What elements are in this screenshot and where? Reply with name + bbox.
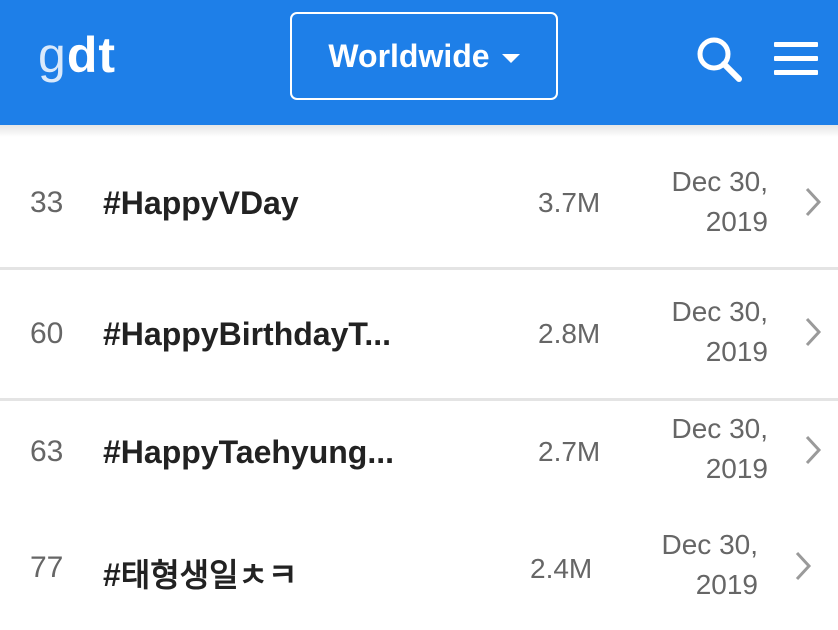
trend-date-line1: Dec 30, (671, 413, 769, 444)
trend-hashtag: #HappyVDay (103, 185, 299, 221)
top-app-bar: gdt Worldwide (0, 0, 838, 125)
logo-light-text: g (38, 27, 67, 83)
header-shadow (0, 125, 838, 137)
trend-volume: 2.4M (530, 553, 593, 584)
chevron-right-icon (805, 435, 822, 465)
trend-date-line2: 2019 (705, 206, 768, 237)
trend-date-line2: 2019 (705, 453, 768, 484)
trend-date-line1: Dec 30, (661, 529, 759, 560)
search-button[interactable] (694, 34, 746, 86)
trend-date: Dec 30, 2019 (640, 292, 769, 372)
hamburger-menu-icon (774, 42, 818, 75)
search-icon (697, 37, 742, 82)
trend-rank: 63 (30, 435, 64, 468)
trend-row[interactable]: 63 #HappyTaehyung... 2.7M Dec 30, 2019 (0, 401, 838, 515)
trend-rank: 77 (30, 551, 64, 584)
region-label: Worldwide (328, 37, 490, 74)
trend-hashtag: #태형생일ㅊㅋ (103, 557, 298, 593)
trend-hashtag: #HappyTaehyung... (103, 434, 395, 470)
trend-rank: 33 (30, 186, 64, 219)
region-selector-button[interactable]: Worldwide (290, 12, 558, 100)
trend-date-line2: 2019 (705, 336, 768, 367)
trend-date-line1: Dec 30, (671, 296, 769, 327)
trend-row[interactable]: 60 #HappyBirthdayT... 2.8M Dec 30, 2019 (0, 270, 838, 399)
trend-date-line1: Dec 30, (671, 166, 769, 197)
logo-bold-text: dt (66, 27, 117, 83)
trend-hashtag: #HappyBirthdayT... (103, 316, 392, 352)
trend-date: Dec 30, 2019 (640, 162, 769, 242)
trend-volume: 2.8M (538, 318, 601, 349)
trend-date: Dec 30, 2019 (640, 409, 769, 489)
trend-volume: 2.7M (538, 436, 601, 467)
chevron-right-icon (805, 317, 822, 347)
chevron-right-icon (805, 187, 822, 217)
trend-row[interactable]: 33 #HappyVDay 3.7M Dec 30, 2019 (0, 137, 838, 268)
trends-page: gdt Worldwide 33 #HappyVDay 3.7M Dec 30,… (0, 0, 838, 630)
app-logo[interactable]: gdt (38, 20, 116, 90)
trend-rank: 60 (30, 317, 64, 350)
menu-button[interactable] (770, 36, 822, 82)
chevron-right-icon (795, 551, 812, 581)
caret-down-icon (501, 53, 520, 63)
trend-volume: 3.7M (538, 187, 601, 218)
trend-date: Dec 30, 2019 (630, 525, 759, 605)
trend-row[interactable]: 77 #태형생일ㅊㅋ 2.4M Dec 30, 2019 (0, 515, 838, 630)
trend-date-line2: 2019 (695, 569, 758, 600)
